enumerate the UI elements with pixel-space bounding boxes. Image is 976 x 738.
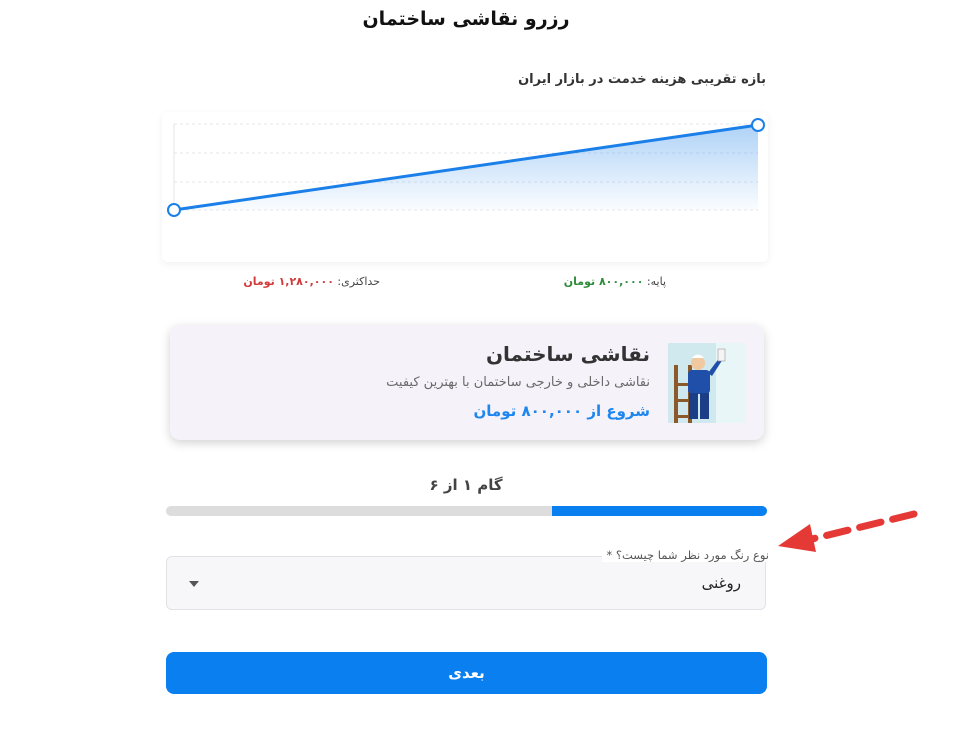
max-price: حداکثری: ۱,۲۸۰,۰۰۰ تومان (243, 275, 380, 288)
base-price-point (167, 203, 181, 217)
page-title: رزرو نقاشی ساختمان (362, 8, 570, 30)
paint-type-select[interactable]: روغنی (166, 556, 766, 610)
max-price-point (751, 118, 765, 132)
price-range-chart-svg (167, 118, 765, 217)
dashed-arrow-icon (778, 510, 918, 552)
next-button[interactable]: بعدی (166, 652, 767, 694)
service-name: نقاشی ساختمان (485, 342, 650, 366)
paint-type-value: روغنی (701, 574, 741, 592)
base-price-value: ۸۰۰,۰۰۰ تومان (563, 275, 644, 288)
service-description: نقاشی داخلی و خارجی ساختمان با بهترین کی… (386, 375, 650, 390)
service-card: نقاشی ساختمان نقاشی داخلی و خارجی ساختما… (170, 325, 764, 440)
painter-image (668, 343, 746, 423)
price-range-chart (162, 112, 768, 262)
base-price: پایه: ۸۰۰,۰۰۰ تومان (564, 275, 666, 288)
chart-title: بازه تقریبی هزینه خدمت در بازار ایران (518, 72, 766, 87)
paint-type-label: نوع رنگ مورد نظر شما چیست؟ * (602, 548, 773, 562)
max-price-value: ۱,۲۸۰,۰۰۰ تومان (243, 275, 334, 288)
max-price-label: حداکثری: (337, 275, 380, 288)
service-price: شروع از ۸۰۰,۰۰۰ تومان (473, 402, 651, 420)
caret-down-icon (189, 581, 199, 587)
step-indicator: گام ۱ از ۶ (429, 476, 503, 494)
progress-bar (166, 506, 767, 516)
progress-fill (552, 506, 767, 516)
base-price-label: پایه: (646, 275, 666, 288)
